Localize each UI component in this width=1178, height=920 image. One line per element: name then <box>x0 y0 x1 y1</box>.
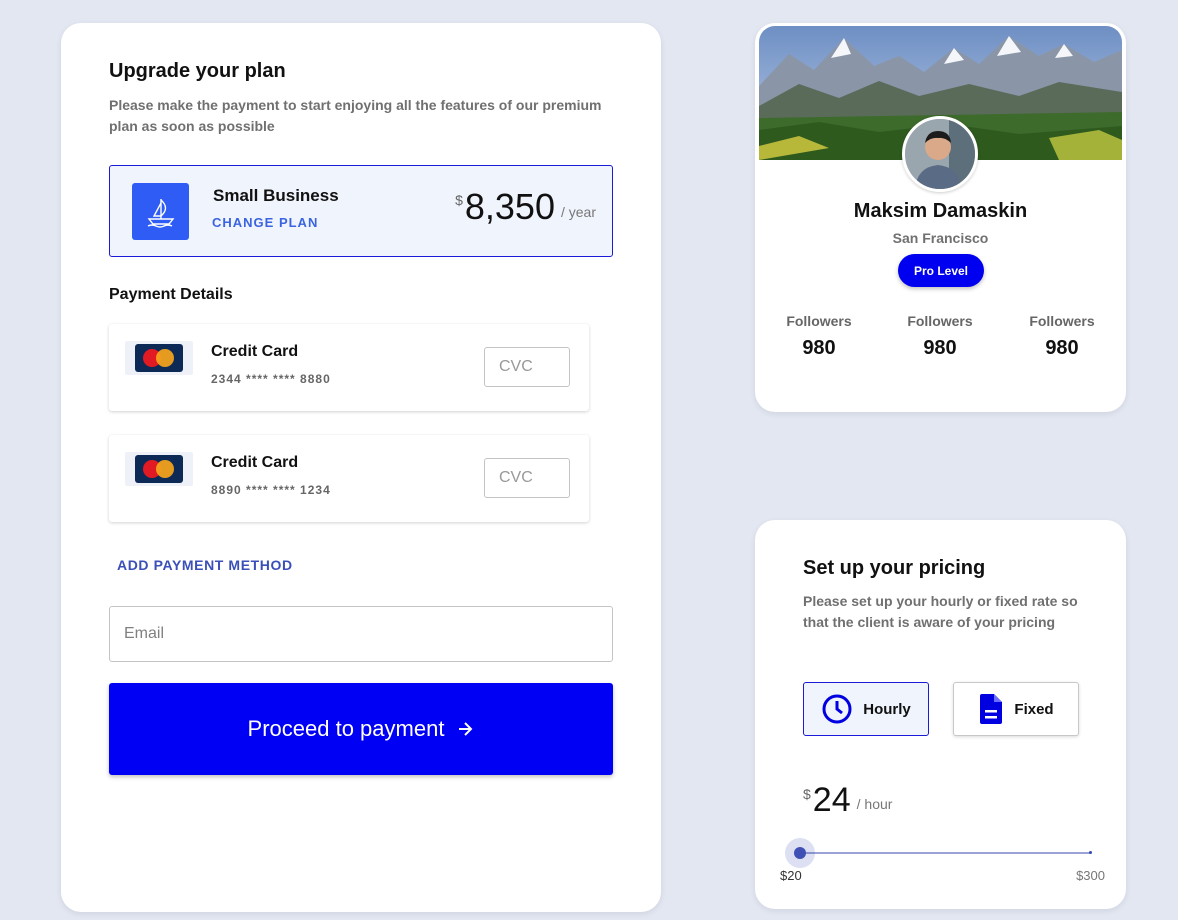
avatar <box>902 116 978 192</box>
upgrade-plan-card: Upgrade your plan Please make the paymen… <box>61 23 661 912</box>
card-number: 8890 **** **** 1234 <box>211 483 331 497</box>
pricing-subtitle: Please set up your hourly or fixed rate … <box>803 593 1078 630</box>
fixed-option-button[interactable]: Fixed <box>953 682 1079 736</box>
rate-currency: $ <box>803 786 811 802</box>
cvc-input[interactable] <box>484 347 570 387</box>
plan-price: $ 8,350 / year <box>455 188 596 226</box>
card-number: 2344 **** **** 8880 <box>211 372 331 386</box>
followers-stat: Followers 980 <box>1007 313 1117 360</box>
selected-plan: Small Business CHANGE PLAN $ 8,350 / yea… <box>109 165 613 257</box>
slider-track <box>796 852 1091 854</box>
price-period: / year <box>560 204 596 220</box>
pro-level-badge: Pro Level <box>898 254 984 287</box>
card-title: Credit Card <box>211 343 299 360</box>
document-icon <box>978 693 1004 725</box>
followers-stat: Followers 980 <box>764 313 874 360</box>
payment-card-item[interactable]: Credit Card 2344 **** **** 8880 <box>109 324 589 411</box>
clock-icon <box>821 693 853 725</box>
stat-label: Followers <box>786 313 852 329</box>
slider-max-label: $300 <box>1076 868 1105 883</box>
pricing-card: Set up your pricing Please set up your h… <box>755 520 1126 909</box>
rate-period: / hour <box>856 796 893 812</box>
profile-name: Maksim Damaskin <box>853 200 1028 222</box>
proceed-to-payment-button[interactable]: Proceed to payment <box>109 683 613 775</box>
stat-label: Followers <box>1029 313 1095 329</box>
price-currency: $ <box>455 192 463 208</box>
pricing-title: Set up your pricing <box>803 557 986 579</box>
add-payment-method-button[interactable]: ADD PAYMENT METHOD <box>117 557 293 573</box>
slider-end-dot <box>1089 851 1092 854</box>
plan-name: Small Business <box>213 186 339 205</box>
stat-value: 980 <box>1045 337 1079 359</box>
hourly-label: Hourly <box>863 700 911 718</box>
cvc-input[interactable] <box>484 458 570 498</box>
profile-location: San Francisco <box>892 230 989 246</box>
mastercard-logo <box>125 341 193 375</box>
payment-details-heading: Payment Details <box>109 286 233 303</box>
stat-value: 980 <box>923 337 957 359</box>
sailboat-icon <box>132 183 189 240</box>
card-title: Credit Card <box>211 454 299 471</box>
slider-min-label: $20 <box>780 868 802 883</box>
payment-card-item[interactable]: Credit Card 8890 **** **** 1234 <box>109 435 589 522</box>
stat-value: 980 <box>802 337 836 359</box>
upgrade-title: Upgrade your plan <box>109 60 286 82</box>
price-amount: 8,350 <box>464 186 555 227</box>
upgrade-subtitle: Please make the payment to start enjoyin… <box>109 97 602 134</box>
change-plan-link[interactable]: CHANGE PLAN <box>212 215 318 230</box>
proceed-label: Proceed to payment <box>247 716 445 741</box>
arrow-right-icon <box>456 720 474 738</box>
followers-stat: Followers 980 <box>885 313 995 360</box>
stat-label: Followers <box>907 313 973 329</box>
profile-card: Maksim Damaskin San Francisco Pro Level … <box>755 23 1126 412</box>
mastercard-logo <box>125 452 193 486</box>
email-field[interactable] <box>109 606 613 662</box>
rate-amount: 24 <box>812 781 851 819</box>
rate-slider[interactable] <box>781 838 1106 868</box>
fixed-label: Fixed <box>1014 700 1054 718</box>
hourly-option-button[interactable]: Hourly <box>803 682 929 736</box>
rate-display: $ 24 / hour <box>803 782 892 818</box>
